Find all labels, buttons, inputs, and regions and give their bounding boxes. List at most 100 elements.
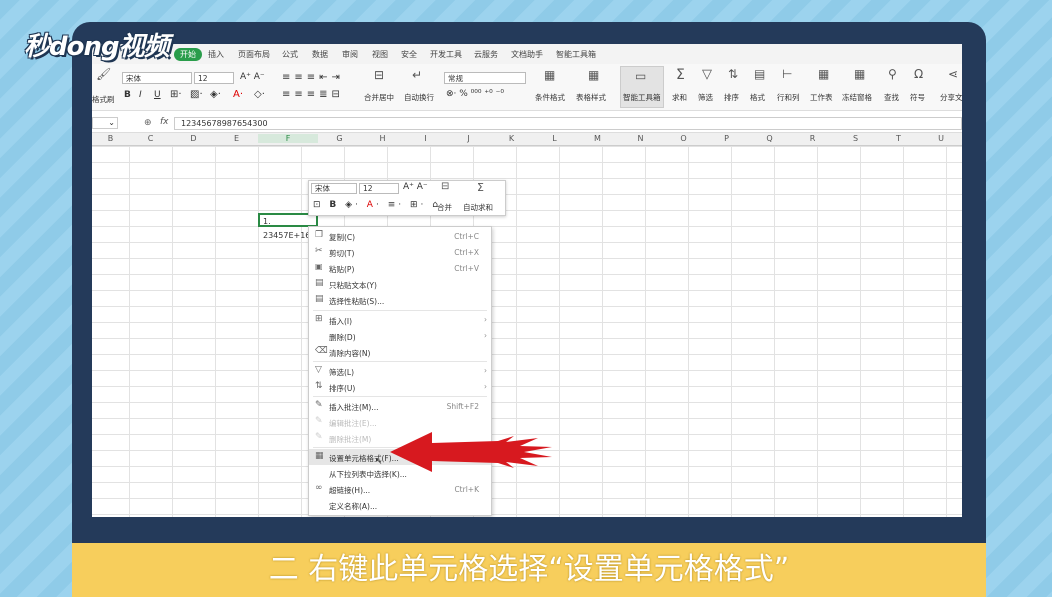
- mini-font-grow-icon[interactable]: A⁺ A⁻: [403, 182, 428, 192]
- menu-item-filter[interactable]: ▽ 筛选(L) ›: [309, 363, 491, 379]
- filter-icon[interactable]: ▽: [702, 67, 712, 82]
- find-label[interactable]: 查找: [884, 92, 899, 103]
- col-header-g[interactable]: G: [318, 134, 361, 143]
- col-header-p[interactable]: P: [705, 134, 748, 143]
- menu-item-insert-comment[interactable]: ✎ 插入批注(M)... Shift+F2: [309, 398, 491, 414]
- font-size-select[interactable]: 12: [194, 72, 234, 84]
- symbol-label[interactable]: 符号: [910, 92, 925, 103]
- col-header-j[interactable]: J: [447, 134, 490, 143]
- format-painter-label[interactable]: 格式刷: [92, 94, 115, 105]
- col-header-i[interactable]: I: [404, 134, 447, 143]
- sort-icon[interactable]: ⇅: [728, 67, 738, 81]
- mini-merge-icon[interactable]: ⊟: [441, 181, 449, 192]
- col-header-e[interactable]: E: [215, 134, 258, 143]
- tab-data[interactable]: 数据: [312, 49, 328, 60]
- align-top-icons[interactable]: ≡≡≡⇤⇥: [282, 72, 344, 83]
- tab-smart-toolbox[interactable]: 智能工具箱: [556, 49, 596, 60]
- tab-security[interactable]: 安全: [401, 49, 417, 60]
- rowcol-icon[interactable]: ⊢: [782, 67, 792, 81]
- font-name-select[interactable]: 宋体: [122, 72, 192, 84]
- col-header-c[interactable]: C: [129, 134, 172, 143]
- mini-sum-icon[interactable]: Σ: [477, 181, 484, 194]
- align-horizontal-icons[interactable]: ≡≡≡≣⊟: [282, 89, 344, 100]
- col-header-d[interactable]: D: [172, 134, 215, 143]
- border-icon[interactable]: ⊞·: [170, 89, 182, 100]
- zoom-icon[interactable]: ⊕: [144, 118, 152, 128]
- col-header-t[interactable]: T: [877, 134, 920, 143]
- share-label[interactable]: 分享文: [940, 92, 962, 103]
- col-header-h[interactable]: H: [361, 134, 404, 143]
- fx-icon[interactable]: fx: [160, 117, 169, 127]
- number-format-select[interactable]: 常规: [444, 72, 526, 84]
- merge-icon[interactable]: ⊟: [374, 68, 384, 82]
- find-icon[interactable]: ⚲: [888, 67, 897, 81]
- tab-view[interactable]: 视图: [372, 49, 388, 60]
- mini-merge-label[interactable]: 合并: [437, 202, 452, 213]
- menu-item-paste-special[interactable]: ▤ 选择性粘贴(S)...: [309, 292, 491, 308]
- format-icon[interactable]: ▤: [754, 67, 765, 81]
- sort-label[interactable]: 排序: [724, 92, 739, 103]
- col-header-n[interactable]: N: [619, 134, 662, 143]
- col-header-l[interactable]: L: [533, 134, 576, 143]
- symbol-icon[interactable]: Ω: [914, 67, 923, 81]
- tab-doc-assistant[interactable]: 文档助手: [511, 49, 543, 60]
- col-header-f[interactable]: F: [258, 134, 318, 143]
- freeze-label[interactable]: 冻结窗格: [842, 92, 872, 103]
- col-header-k[interactable]: K: [490, 134, 533, 143]
- menu-item-cut[interactable]: ✂ 剪切(T) Ctrl+X: [309, 244, 491, 260]
- col-header-u[interactable]: U: [920, 134, 962, 143]
- tab-cloud[interactable]: 云服务: [474, 49, 498, 60]
- tab-developer[interactable]: 开发工具: [430, 49, 462, 60]
- table-style-icon[interactable]: ▦: [588, 68, 599, 82]
- menu-item-define-name[interactable]: 定义名称(A)...: [309, 497, 491, 513]
- col-header-r[interactable]: R: [791, 134, 834, 143]
- wrap-label[interactable]: 自动换行: [404, 92, 434, 103]
- sheet-icon[interactable]: ▦: [818, 67, 829, 81]
- smart-toolbox-button[interactable]: ▭ 智能工具箱: [620, 66, 664, 108]
- col-header-q[interactable]: Q: [748, 134, 791, 143]
- col-header-s[interactable]: S: [834, 134, 877, 143]
- menu-item-paste[interactable]: ▣ 粘贴(P) Ctrl+V: [309, 260, 491, 276]
- mini-format-icons[interactable]: ⊡ B ◈· A· ≡· ⊞· ⌂: [313, 200, 441, 210]
- sheet-label[interactable]: 工作表: [810, 92, 833, 103]
- merge-label[interactable]: 合并居中: [364, 92, 394, 103]
- tab-insert[interactable]: 插入: [208, 49, 224, 60]
- col-header-b[interactable]: B: [92, 134, 129, 143]
- rowcol-label[interactable]: 行和列: [777, 92, 800, 103]
- mini-font-select[interactable]: 宋体: [311, 183, 357, 194]
- menu-item-hyperlink[interactable]: ∞ 超链接(H)... Ctrl+K: [309, 481, 491, 497]
- filter-label[interactable]: 筛选: [698, 92, 713, 103]
- sum-label[interactable]: 求和: [672, 92, 687, 103]
- name-box[interactable]: ⌄: [92, 117, 118, 129]
- tab-formula[interactable]: 公式: [282, 49, 298, 60]
- format-label[interactable]: 格式: [750, 92, 765, 103]
- conditional-format-icon[interactable]: ▦: [544, 68, 555, 82]
- share-icon[interactable]: ⋖: [948, 67, 958, 81]
- table-style-label[interactable]: 表格样式: [576, 92, 606, 103]
- menu-item-paste-text[interactable]: ▤ 只粘贴文本(Y): [309, 276, 491, 292]
- menu-item-copy[interactable]: ❐ 复制(C) Ctrl+C: [309, 228, 491, 244]
- menu-item-insert[interactable]: ⊞ 插入(I) ›: [309, 312, 491, 328]
- sum-icon[interactable]: Σ: [676, 67, 685, 83]
- format-painter-icon[interactable]: 🖌: [96, 67, 111, 81]
- bold-icon[interactable]: B: [124, 90, 131, 100]
- highlight-icon[interactable]: ◈·: [210, 89, 221, 100]
- menu-item-delete[interactable]: 删除(D) ›: [309, 328, 491, 344]
- tab-page-layout[interactable]: 页面布局: [238, 49, 270, 60]
- tab-home[interactable]: 开始: [174, 48, 202, 61]
- mini-size-select[interactable]: 12: [359, 183, 399, 194]
- menu-item-clear[interactable]: ⌫ 清除内容(N): [309, 344, 491, 360]
- col-header-m[interactable]: M: [576, 134, 619, 143]
- number-format-icons[interactable]: ⊗· % ⁰⁰⁰ ⁺⁰ ⁻⁰: [446, 89, 504, 99]
- fill-color-icon[interactable]: ▨·: [190, 89, 203, 100]
- freeze-icon[interactable]: ▦: [854, 67, 865, 81]
- italic-icon[interactable]: I: [139, 90, 142, 100]
- underline-icon[interactable]: U: [154, 90, 161, 100]
- wrap-icon[interactable]: ↵: [412, 68, 422, 82]
- conditional-format-label[interactable]: 条件格式: [535, 92, 565, 103]
- menu-item-sort[interactable]: ⇅ 排序(U) ›: [309, 379, 491, 395]
- font-color-icon[interactable]: A·: [233, 89, 243, 100]
- mini-autosum-label[interactable]: 自动求和: [463, 202, 493, 213]
- grow-font-icon[interactable]: A⁺ A⁻: [240, 72, 265, 82]
- eraser-icon[interactable]: ◇·: [254, 89, 265, 100]
